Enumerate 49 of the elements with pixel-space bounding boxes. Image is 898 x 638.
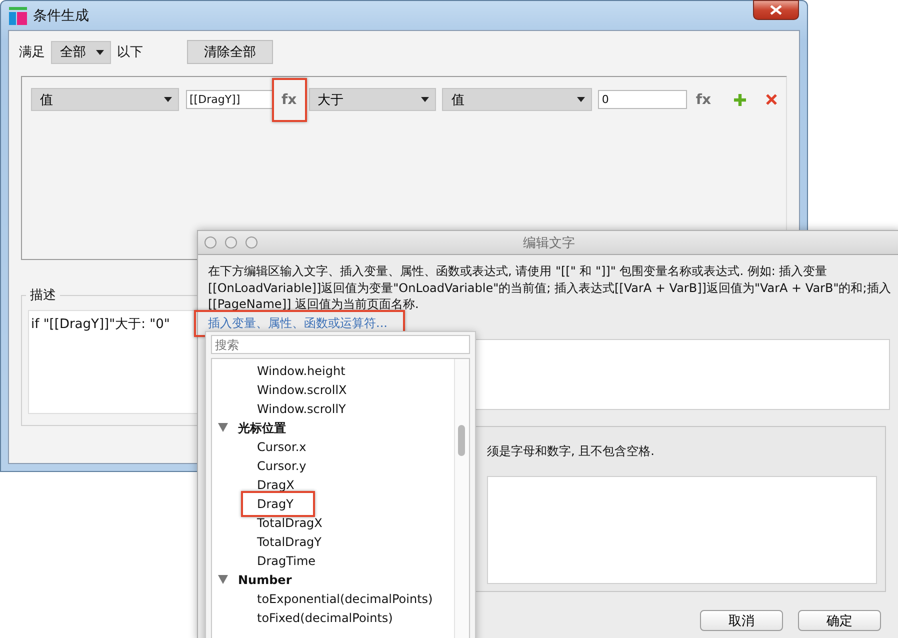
instructions-text: 在下方编辑区输入文字、插入变量、属性、函数或表达式, 请使用 "[[" 和 "]]" 包围变量名称或表达式. 例如: 插入变量 [[OnLoadVariable]]返回值为变量"OnLoadVariable"的当前值; 插入表达式[[VarA + VarB]]返回值为"VarA + VarB"的和;插入 [[PageName]] 返回值为当前页面名称. bbox=[208, 263, 890, 312]
function-button[interactable]: fx bbox=[692, 92, 714, 108]
caret-icon bbox=[421, 97, 430, 102]
right-type-select[interactable]: 值 bbox=[442, 88, 592, 111]
left-type-select[interactable]: 值 bbox=[31, 88, 179, 111]
caret-icon bbox=[96, 50, 104, 54]
tree-item[interactable]: Cursor.x bbox=[257, 440, 306, 454]
match-suffix: 以下 bbox=[117, 44, 143, 61]
scrollbar[interactable] bbox=[454, 359, 469, 638]
cancel-button[interactable]: 取消 bbox=[700, 610, 783, 630]
match-label: 满足 bbox=[19, 44, 45, 61]
dialog-title: 编辑文字 bbox=[523, 234, 575, 252]
tree-item[interactable]: Cursor.y bbox=[257, 458, 306, 472]
plus-icon bbox=[734, 94, 746, 106]
right-value-field[interactable]: 0 bbox=[598, 90, 687, 109]
caret-icon bbox=[164, 97, 172, 102]
confirm-button[interactable]: 确定 bbox=[798, 610, 881, 630]
scrollbar-thumb[interactable] bbox=[458, 425, 465, 456]
expand-triangle-icon[interactable] bbox=[218, 423, 228, 432]
text-area-field[interactable] bbox=[487, 476, 877, 584]
hint-text: 须是字母和数字, 且不包含空格. bbox=[487, 442, 656, 460]
match-select[interactable]: 全部 bbox=[51, 40, 111, 64]
tree-group-label[interactable]: Number bbox=[238, 572, 292, 586]
delete-icon bbox=[766, 94, 777, 105]
tree-item[interactable]: DragX bbox=[257, 478, 294, 492]
delete-button[interactable] bbox=[766, 94, 777, 105]
description-title: 描述 bbox=[29, 287, 57, 304]
app-logo-icon bbox=[9, 6, 27, 24]
tree-group-label[interactable]: 光标位置 bbox=[238, 420, 286, 434]
tree-item[interactable]: toExponential(decimalPoints) bbox=[257, 592, 433, 606]
tree-item[interactable]: TotalDragX bbox=[257, 516, 322, 530]
tree-item[interactable]: DragY bbox=[241, 490, 316, 516]
function-button[interactable]: fx bbox=[272, 78, 307, 122]
clear-all-button[interactable]: 清除全部 bbox=[187, 40, 273, 64]
tree-item[interactable]: Window.height bbox=[257, 364, 346, 378]
tree-item[interactable]: toFixed(decimalPoints) bbox=[257, 610, 393, 624]
tree-item[interactable]: TotalDragY bbox=[257, 534, 322, 548]
tree-item[interactable]: DragTime bbox=[257, 554, 316, 568]
add-button[interactable] bbox=[734, 94, 746, 106]
close-button[interactable] bbox=[753, 0, 799, 20]
search-field[interactable]: 搜索 bbox=[211, 335, 470, 354]
caret-icon bbox=[576, 97, 585, 102]
left-value-field[interactable]: [[DragY]] bbox=[186, 90, 274, 109]
window-title: 条件生成 bbox=[33, 6, 89, 24]
expand-triangle-icon[interactable] bbox=[218, 575, 228, 584]
tree-item[interactable]: Window.scrollY bbox=[257, 402, 346, 416]
close-icon bbox=[770, 5, 782, 15]
tree-item[interactable]: Window.scrollX bbox=[257, 382, 347, 396]
operator-select[interactable]: 大于 bbox=[308, 88, 436, 111]
